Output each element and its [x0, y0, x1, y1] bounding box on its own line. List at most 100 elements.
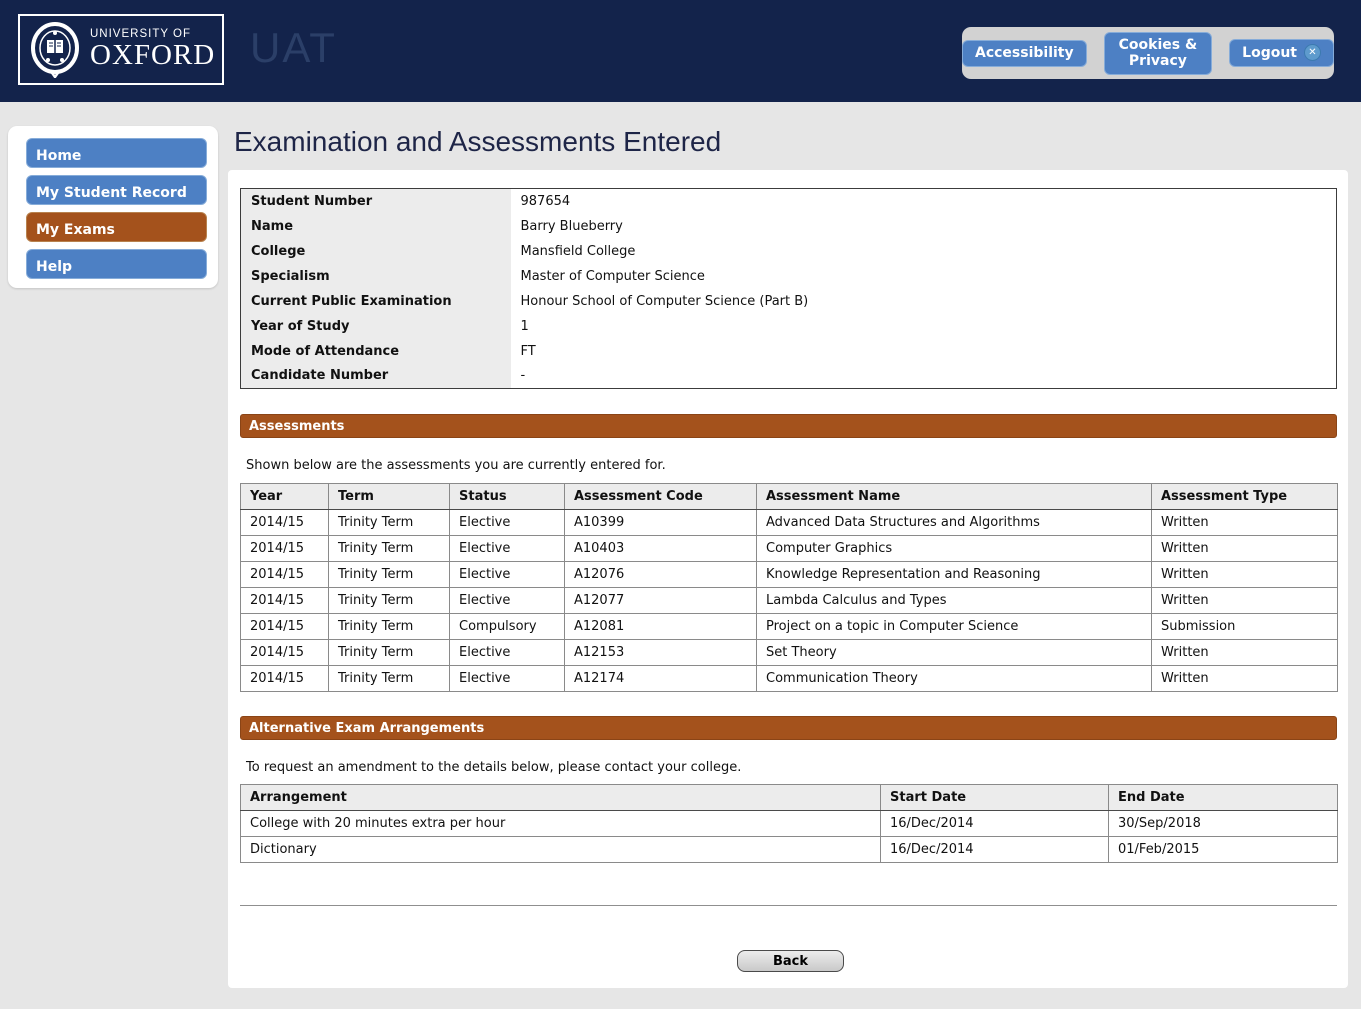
cell-status: Elective: [450, 588, 565, 614]
cell-assessment-type: Written: [1152, 640, 1338, 666]
table-row: 2014/15 Trinity Term Elective A10403 Com…: [241, 536, 1338, 562]
utility-button-group: Accessibility Cookies & Privacy Logout ✕: [962, 27, 1334, 79]
cell-end-date: 01/Feb/2015: [1109, 837, 1338, 863]
table-header-row: Year Term Status Assessment Code Assessm…: [241, 484, 1338, 510]
cell-assessment-name: Project on a topic in Computer Science: [757, 614, 1152, 640]
cell-year: 2014/15: [241, 640, 329, 666]
cell-assessment-code: A12153: [565, 640, 757, 666]
table-row: 2014/15 Trinity Term Compulsory A12081 P…: [241, 614, 1338, 640]
table-row: 2014/15 Trinity Term Elective A12174 Com…: [241, 666, 1338, 692]
sidebar-item-my-student-record[interactable]: My Student Record: [26, 175, 207, 205]
column-header-term: Term: [329, 484, 450, 510]
cell-assessment-code: A10399: [565, 510, 757, 536]
table-header-row: Arrangement Start Date End Date: [241, 785, 1338, 811]
student-detail-label: Year of Study: [241, 314, 511, 339]
arrangements-section-header: Alternative Exam Arrangements: [240, 716, 1337, 740]
student-detail-value: Barry Blueberry: [511, 214, 1337, 239]
environment-watermark: UAT: [250, 24, 337, 72]
cell-status: Elective: [450, 640, 565, 666]
student-detail-value: Mansfield College: [511, 239, 1337, 264]
table-row: Specialism Master of Computer Science: [241, 264, 1337, 289]
oxford-logo-text: UNIVERSITY OF OXFORD: [90, 28, 215, 71]
student-detail-label: Name: [241, 214, 511, 239]
cell-end-date: 30/Sep/2018: [1109, 811, 1338, 837]
table-row: College Mansfield College: [241, 239, 1337, 264]
cell-start-date: 16/Dec/2014: [881, 837, 1109, 863]
divider: [240, 905, 1337, 906]
cell-assessment-name: Advanced Data Structures and Algorithms: [757, 510, 1152, 536]
cell-assessment-type: Written: [1152, 588, 1338, 614]
student-detail-value: FT: [511, 339, 1337, 364]
page-title: Examination and Assessments Entered: [234, 126, 721, 158]
column-header-start-date: Start Date: [881, 785, 1109, 811]
cell-assessment-code: A12076: [565, 562, 757, 588]
cell-assessment-code: A10403: [565, 536, 757, 562]
main-content-panel: Student Number 987654 Name Barry Blueber…: [228, 170, 1348, 988]
logout-button-label: Logout: [1242, 45, 1297, 61]
table-row: 2014/15 Trinity Term Elective A12077 Lam…: [241, 588, 1338, 614]
student-detail-value: Master of Computer Science: [511, 264, 1337, 289]
column-header-assessment-type: Assessment Type: [1152, 484, 1338, 510]
cell-term: Trinity Term: [329, 666, 450, 692]
student-detail-label: Current Public Examination: [241, 289, 511, 314]
cell-term: Trinity Term: [329, 588, 450, 614]
column-header-year: Year: [241, 484, 329, 510]
accessibility-button-label: Accessibility: [975, 45, 1074, 61]
oxford-logo: UNIVERSITY OF OXFORD: [18, 14, 224, 85]
cell-arrangement: College with 20 minutes extra per hour: [241, 811, 881, 837]
arrangements-table: Arrangement Start Date End Date College …: [240, 784, 1338, 863]
logo-oxford: OXFORD: [90, 40, 215, 70]
column-header-end-date: End Date: [1109, 785, 1338, 811]
student-detail-label: College: [241, 239, 511, 264]
cell-assessment-name: Lambda Calculus and Types: [757, 588, 1152, 614]
assessments-intro-text: Shown below are the assessments you are …: [246, 458, 666, 473]
cell-year: 2014/15: [241, 510, 329, 536]
arrangements-intro-text: To request an amendment to the details b…: [246, 760, 741, 775]
cell-assessment-code: A12174: [565, 666, 757, 692]
student-detail-value: 987654: [511, 189, 1337, 214]
cell-start-date: 16/Dec/2014: [881, 811, 1109, 837]
oxford-crest-icon: [30, 22, 80, 78]
cell-assessment-type: Written: [1152, 562, 1338, 588]
sidebar-item-home[interactable]: Home: [26, 138, 207, 168]
cell-term: Trinity Term: [329, 614, 450, 640]
student-detail-label: Student Number: [241, 189, 511, 214]
cell-assessment-type: Written: [1152, 510, 1338, 536]
cell-assessment-name: Set Theory: [757, 640, 1152, 666]
cell-assessment-name: Knowledge Representation and Reasoning: [757, 562, 1152, 588]
sidebar-nav: Home My Student Record My Exams Help: [8, 126, 218, 288]
top-banner: UNIVERSITY OF OXFORD UAT Accessibility C…: [0, 0, 1361, 102]
cell-assessment-type: Written: [1152, 666, 1338, 692]
sidebar-item-my-exams[interactable]: My Exams: [26, 212, 207, 242]
cell-assessment-name: Computer Graphics: [757, 536, 1152, 562]
logout-button[interactable]: Logout ✕: [1229, 39, 1334, 67]
cell-year: 2014/15: [241, 588, 329, 614]
column-header-assessment-name: Assessment Name: [757, 484, 1152, 510]
student-detail-label: Specialism: [241, 264, 511, 289]
table-row: 2014/15 Trinity Term Elective A10399 Adv…: [241, 510, 1338, 536]
assessments-section-header: Assessments: [240, 414, 1337, 438]
cell-term: Trinity Term: [329, 510, 450, 536]
cell-term: Trinity Term: [329, 640, 450, 666]
cell-year: 2014/15: [241, 614, 329, 640]
cell-status: Elective: [450, 510, 565, 536]
table-row: Current Public Examination Honour School…: [241, 289, 1337, 314]
sidebar-item-help[interactable]: Help: [26, 249, 207, 279]
accessibility-button[interactable]: Accessibility: [962, 40, 1087, 67]
column-header-arrangement: Arrangement: [241, 785, 881, 811]
cell-status: Elective: [450, 562, 565, 588]
cell-assessment-code: A12081: [565, 614, 757, 640]
cell-arrangement: Dictionary: [241, 837, 881, 863]
cell-year: 2014/15: [241, 536, 329, 562]
column-header-status: Status: [450, 484, 565, 510]
back-button[interactable]: Back: [737, 950, 844, 972]
student-detail-value: 1: [511, 314, 1337, 339]
cell-assessment-code: A12077: [565, 588, 757, 614]
cell-assessment-name: Communication Theory: [757, 666, 1152, 692]
student-detail-label: Candidate Number: [241, 364, 511, 389]
table-row: 2014/15 Trinity Term Elective A12076 Kno…: [241, 562, 1338, 588]
cookies-privacy-button[interactable]: Cookies & Privacy: [1104, 32, 1213, 75]
table-row: Student Number 987654: [241, 189, 1337, 214]
logout-x-icon: ✕: [1304, 44, 1321, 61]
assessments-table: Year Term Status Assessment Code Assessm…: [240, 483, 1338, 692]
